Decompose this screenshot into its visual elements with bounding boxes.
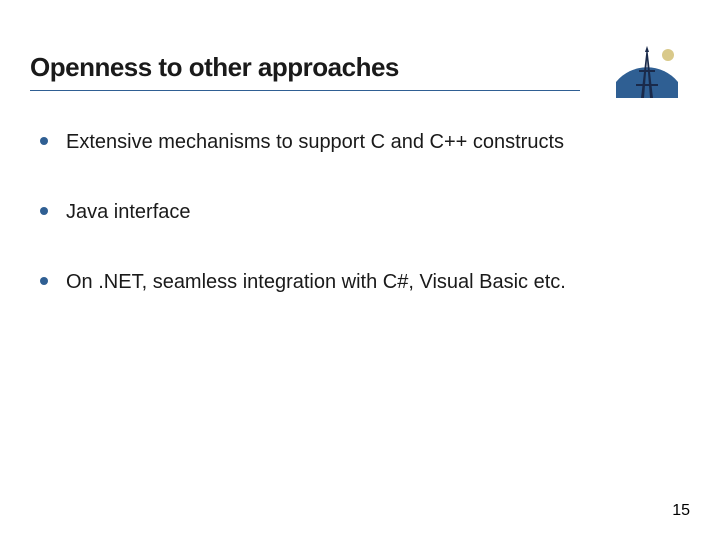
slide: Openness to other approaches Extensive m…: [0, 0, 720, 540]
bullet-icon: [40, 207, 48, 215]
slide-content: Extensive mechanisms to support C and C+…: [0, 83, 720, 295]
bullet-icon: [40, 277, 48, 285]
list-item: On .NET, seamless integration with C#, V…: [40, 269, 680, 295]
slide-title: Openness to other approaches: [30, 52, 600, 83]
title-underline: [30, 90, 580, 91]
list-item: Extensive mechanisms to support C and C+…: [40, 129, 680, 155]
bullet-text: On .NET, seamless integration with C#, V…: [66, 269, 566, 295]
logo-eiffel-icon: [616, 40, 678, 98]
bullet-text: Extensive mechanisms to support C and C+…: [66, 129, 564, 155]
bullet-icon: [40, 137, 48, 145]
list-item: Java interface: [40, 199, 680, 225]
page-number: 15: [672, 502, 690, 520]
slide-header: Openness to other approaches: [0, 0, 720, 83]
bullet-text: Java interface: [66, 199, 191, 225]
